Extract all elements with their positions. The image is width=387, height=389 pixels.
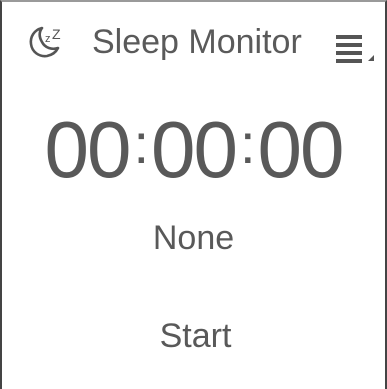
timer-separator: : — [239, 112, 256, 175]
start-button[interactable]: Start — [112, 308, 279, 364]
timer-separator: : — [133, 112, 149, 175]
svg-text:Z: Z — [52, 26, 61, 42]
app-title: Sleep Monitor — [92, 23, 302, 61]
menu-button[interactable] — [334, 33, 378, 69]
moon-sleep-icon: z Z — [29, 26, 61, 58]
elapsed-timer: 00 : 00 : 00 — [2, 102, 385, 212]
sleep-state-label: None — [152, 219, 235, 257]
menu-icon — [336, 35, 374, 63]
timer-hours: 00 — [44, 105, 131, 194]
app-header: z Z Sleep Monitor — [2, 2, 385, 82]
timer-seconds: 00 — [257, 105, 345, 194]
sleep-monitor-screen: z Z Sleep Monitor 00 : 00 : 00 None Star… — [0, 0, 387, 389]
svg-text:z: z — [45, 33, 51, 45]
timer-display: 00 : 00 : 00 — [44, 102, 345, 198]
timer-minutes: 00 — [151, 105, 238, 194]
